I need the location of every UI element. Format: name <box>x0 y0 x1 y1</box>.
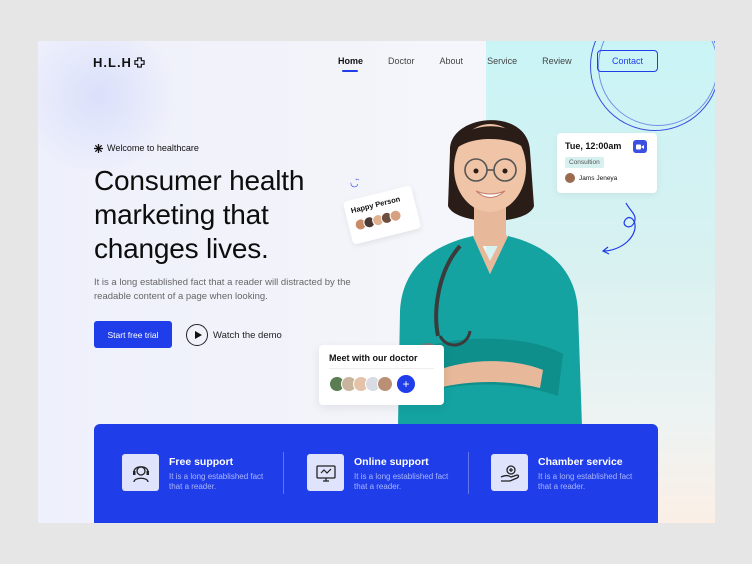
logo-text: H.L.H <box>93 55 132 70</box>
feature-desc: It is a long established fact that a rea… <box>538 472 633 491</box>
feature-chamber-service[interactable]: Chamber service It is a long established… <box>491 454 661 492</box>
feature-divider <box>468 452 469 494</box>
feature-desc: It is a long established fact that a rea… <box>354 472 449 491</box>
monitor-icon <box>307 454 344 491</box>
feature-divider <box>283 452 284 494</box>
video-camera-icon[interactable] <box>633 140 647 153</box>
care-hand-icon <box>491 454 528 491</box>
doctor-avatars: + <box>329 375 434 393</box>
meet-doctor-title: Meet with our doctor <box>329 353 434 369</box>
feature-title: Chamber service <box>538 456 623 468</box>
brand-logo[interactable]: H.L.H <box>93 55 145 70</box>
headline-line-3: changes lives. <box>94 233 269 264</box>
contact-button[interactable]: Contact <box>597 50 658 72</box>
features-band: Free support It is a long established fa… <box>94 424 658 523</box>
add-doctor-button[interactable]: + <box>397 375 415 393</box>
feature-title: Online support <box>354 456 429 468</box>
consultation-tag: Consultion <box>565 157 604 168</box>
nav-service[interactable]: Service <box>487 56 517 66</box>
smile-doodle-icon: ◡̈ <box>348 177 360 190</box>
meet-doctor-card[interactable]: Meet with our doctor + <box>319 345 444 405</box>
medical-cross-icon <box>134 57 145 68</box>
sparkle-icon <box>94 143 103 153</box>
nav-about[interactable]: About <box>440 56 464 66</box>
appointment-person: Jams Jeneya <box>565 173 649 183</box>
curly-arrow-icon <box>601 202 636 255</box>
welcome-text: Welcome to healthcare <box>107 143 199 153</box>
watch-demo-label: Watch the demo <box>213 329 282 341</box>
nav-home[interactable]: Home <box>338 56 363 72</box>
start-free-trial-button[interactable]: Start free trial <box>94 321 172 348</box>
hero-description: It is a long established fact that a rea… <box>94 277 351 302</box>
watch-demo-button[interactable]: Watch the demo <box>186 324 282 346</box>
nav-review[interactable]: Review <box>542 56 572 66</box>
headset-icon <box>122 454 159 491</box>
play-icon <box>186 324 208 346</box>
hero-headline: Consumer health marketing that changes l… <box>94 164 354 266</box>
welcome-tagline: Welcome to healthcare <box>94 143 199 153</box>
landing-page: H.L.H Home Doctor About Service Review C… <box>38 41 715 523</box>
feature-desc: It is a long established fact that a rea… <box>169 472 264 491</box>
avatar <box>565 173 575 183</box>
feature-title: Free support <box>169 456 234 468</box>
headline-line-2: marketing that <box>94 199 269 230</box>
main-nav: Home Doctor About Service Review <box>338 56 572 72</box>
feature-free-support[interactable]: Free support It is a long established fa… <box>122 454 292 492</box>
nav-doctor[interactable]: Doctor <box>388 56 415 66</box>
avatar <box>377 376 393 392</box>
feature-online-support[interactable]: Online support It is a long established … <box>307 454 477 492</box>
appointment-name: Jams Jeneya <box>579 174 618 182</box>
appointment-card[interactable]: Tue, 12:00am Consultion Jams Jeneya <box>557 133 657 193</box>
headline-line-1: Consumer health <box>94 165 305 196</box>
